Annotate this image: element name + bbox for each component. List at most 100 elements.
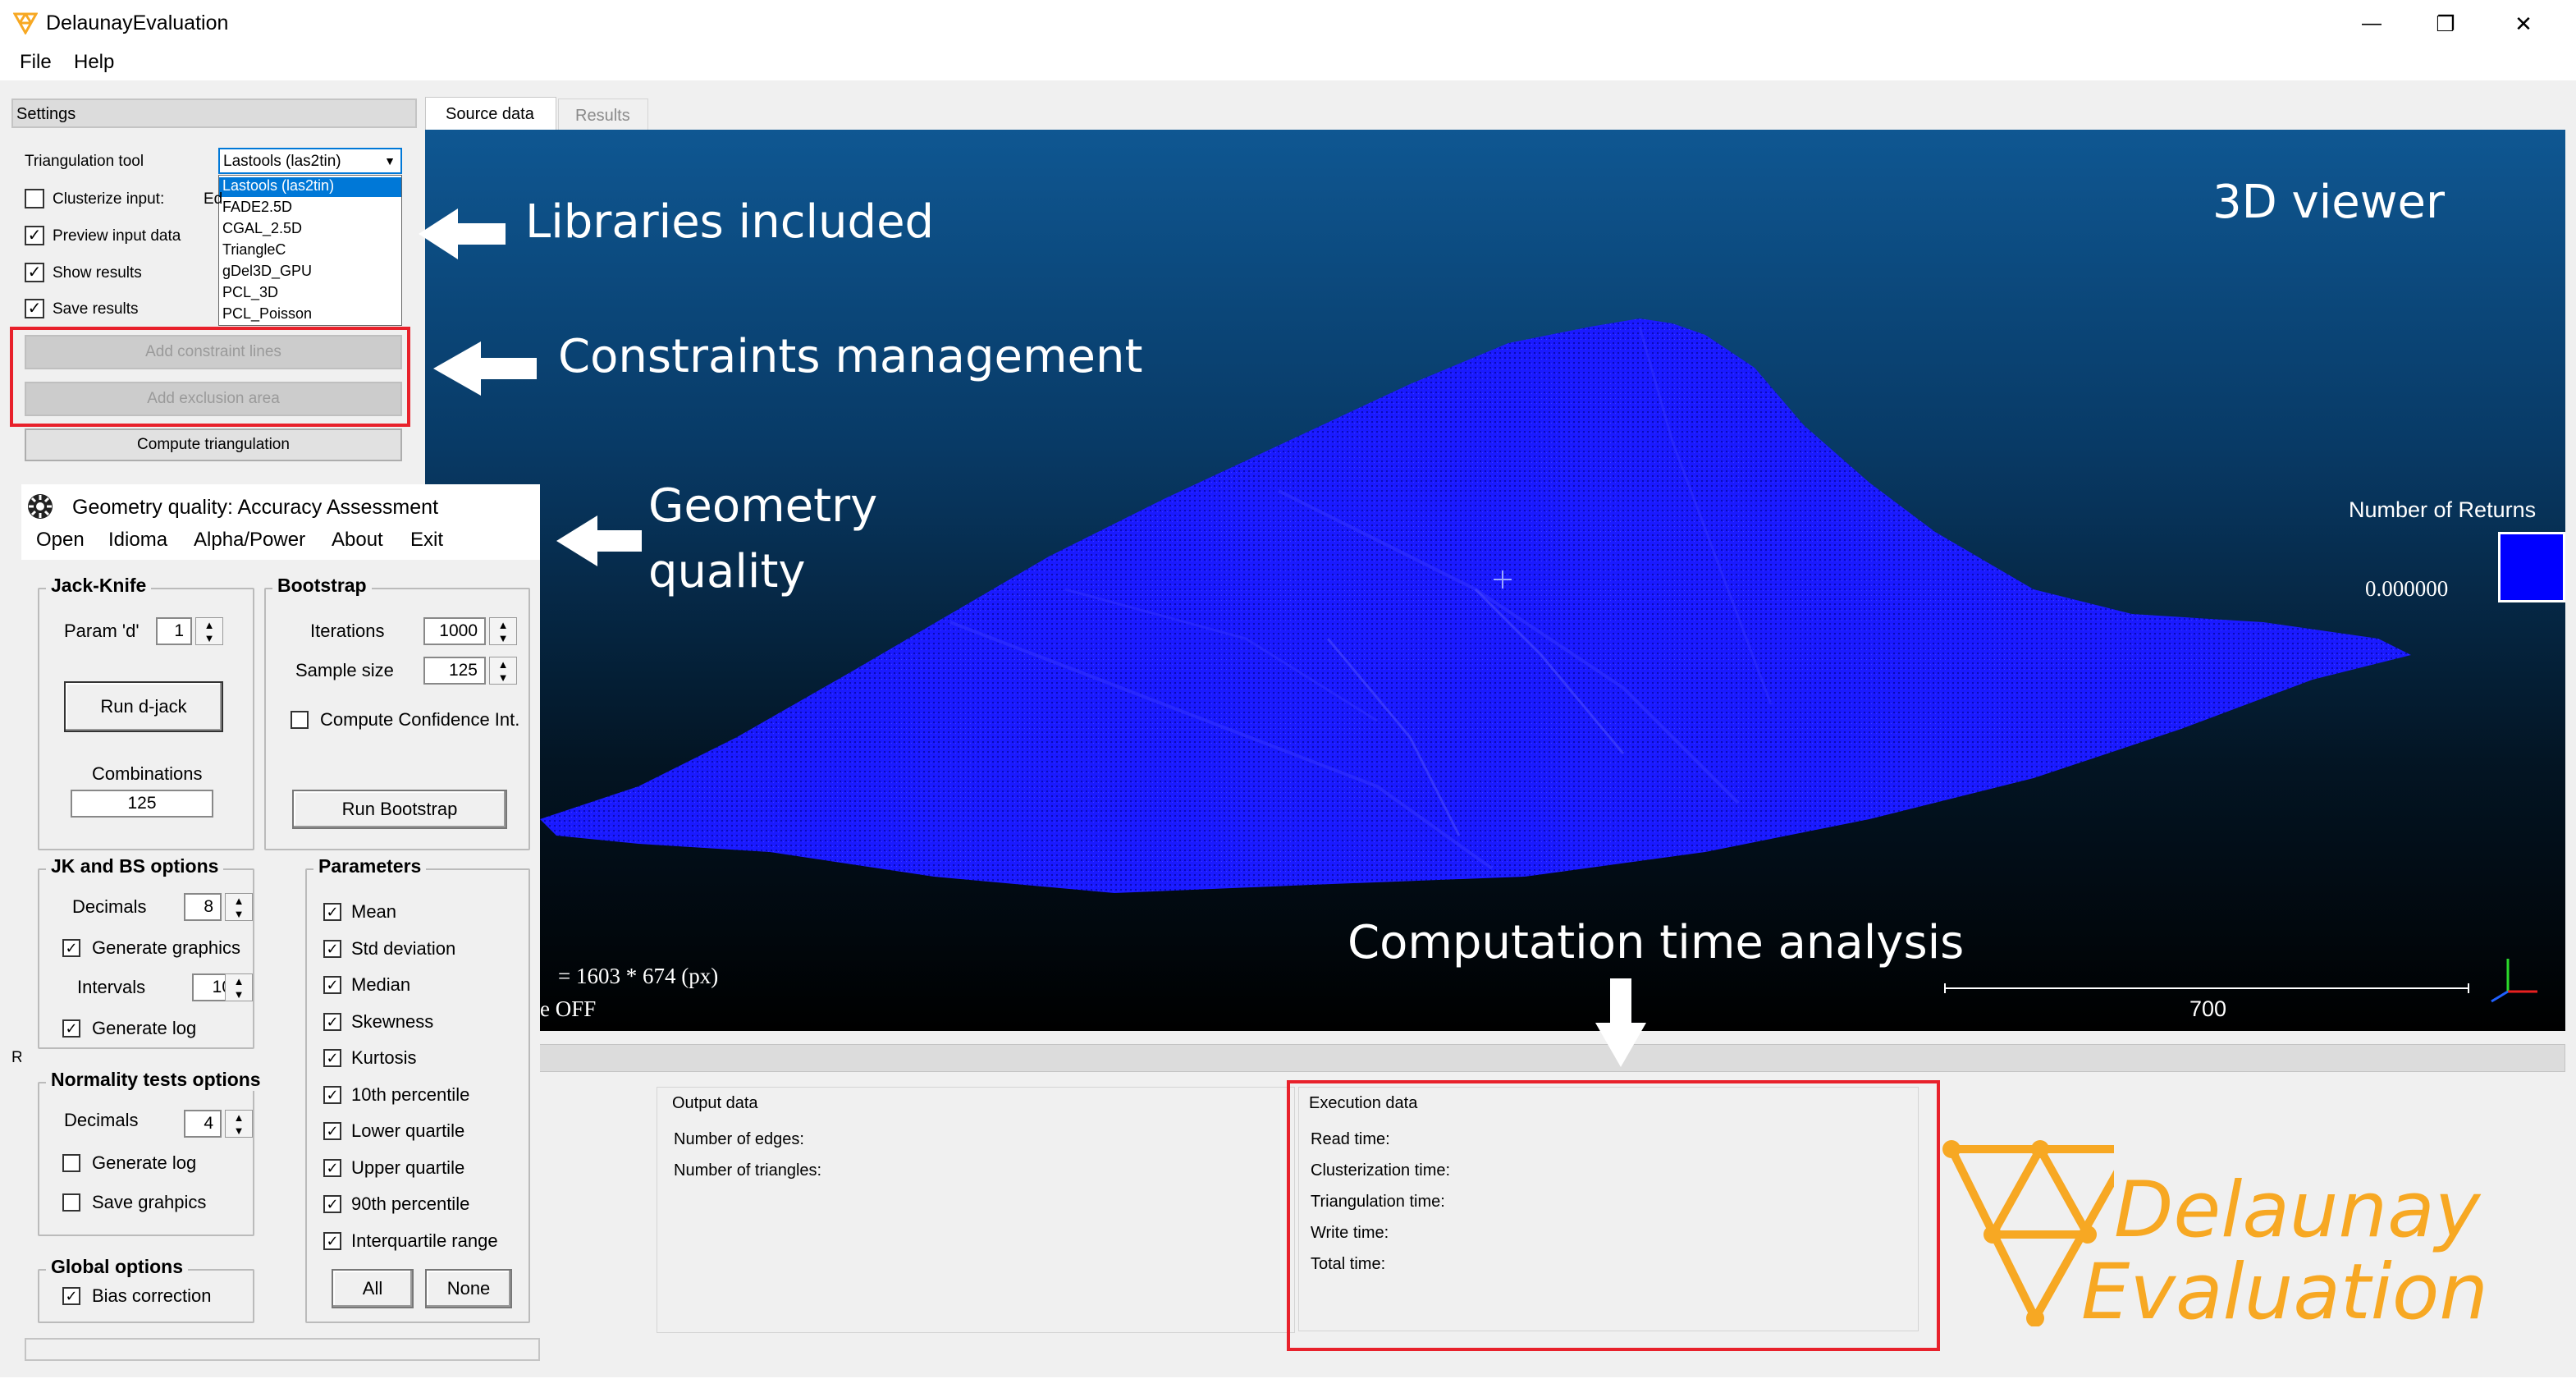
save-graphics-checkbox[interactable] xyxy=(62,1193,80,1212)
tab-results-label: Results xyxy=(575,107,630,125)
splitter-bar[interactable] xyxy=(425,1044,2565,1072)
jkbs-decimals-input[interactable]: 8 xyxy=(184,893,222,921)
chevron-down-icon: ▼ xyxy=(384,154,396,167)
dropdown-option[interactable]: PCL_3D xyxy=(222,284,278,301)
clusterize-label: Clusterize input: xyxy=(53,190,165,208)
param-d-input[interactable]: 1 xyxy=(156,617,192,645)
geometry-quality-window: Geometry quality: Accuracy Assessment Op… xyxy=(21,484,540,1331)
annotation-libraries: Libraries included xyxy=(525,195,935,249)
iterations-input[interactable]: 1000 xyxy=(423,617,486,645)
logo-text-delaunay: Delaunay xyxy=(2114,1166,2481,1255)
normality-decimals-stepper[interactable]: ▲ ▼ xyxy=(225,1110,253,1138)
arrow-down-icon xyxy=(1595,978,1646,1067)
iterations-stepper[interactable]: ▲ ▼ xyxy=(489,617,517,645)
close-button[interactable]: ✕ xyxy=(2499,3,2548,44)
param-lower-quartile-checkbox[interactable]: ✓ xyxy=(323,1122,341,1140)
tab-source-data-label: Source data xyxy=(446,105,534,123)
param-skewness-checkbox[interactable]: ✓ xyxy=(323,1013,341,1031)
settings-header: Settings xyxy=(11,98,417,128)
restore-button[interactable]: ❐ xyxy=(2421,3,2470,44)
execution-data-group: Execution data Read time: Clusterization… xyxy=(1298,1087,1919,1331)
param-skewness-label: Skewness xyxy=(351,1011,434,1032)
show-results-checkbox[interactable]: ✓ xyxy=(25,263,44,282)
settings-title: Settings xyxy=(16,105,76,123)
select-all-button[interactable]: All xyxy=(332,1269,414,1308)
dropdown-option[interactable]: gDel3D_GPU xyxy=(222,263,312,280)
bootstrap-title: Bootstrap xyxy=(272,575,372,597)
add-constraint-lines-button[interactable]: Add constraint lines xyxy=(25,335,402,369)
dropdown-option[interactable]: TriangleC xyxy=(222,241,286,259)
sample-size-stepper[interactable]: ▲ ▼ xyxy=(489,657,517,685)
menu-file[interactable]: File xyxy=(20,51,52,74)
dropdown-option[interactable]: Lastools (las2tin) xyxy=(219,177,401,197)
add-exclusion-area-button[interactable]: Add exclusion area xyxy=(25,382,402,416)
viewer-size-text: = 1603 * 674 (px) xyxy=(558,964,719,988)
normality-decimals-input[interactable]: 4 xyxy=(184,1110,222,1138)
run-djack-button[interactable]: Run d-jack xyxy=(64,681,223,732)
arrow-left-icon xyxy=(556,515,642,566)
triangulation-select[interactable]: Lastools (las2tin) ▼ xyxy=(218,148,402,174)
arrow-left-icon xyxy=(419,208,506,259)
normality-generate-log-checkbox[interactable] xyxy=(62,1154,80,1172)
dropdown-option[interactable]: PCL_Poisson xyxy=(222,305,312,323)
intervals-label: Intervals xyxy=(77,977,146,997)
geo-menu-about[interactable]: About xyxy=(332,529,383,552)
annotation-3d-viewer: 3D viewer xyxy=(2212,176,2445,229)
param-median-checkbox[interactable]: ✓ xyxy=(323,976,341,994)
total-time-label: Total time: xyxy=(1311,1255,1386,1273)
jkbs-generate-log-checkbox[interactable]: ✓ xyxy=(62,1019,80,1038)
triangulation-label: Triangulation tool xyxy=(25,153,144,170)
param-mean-label: Mean xyxy=(351,901,397,922)
menu-help[interactable]: Help xyxy=(74,51,114,74)
legend-value: 0.000000 xyxy=(2365,576,2449,601)
output-triangles-label: Number of triangles: xyxy=(674,1161,822,1180)
param-90th-checkbox[interactable]: ✓ xyxy=(323,1195,341,1213)
terrain-points xyxy=(540,318,2411,893)
geo-menu-idioma[interactable]: Idioma xyxy=(108,529,167,552)
save-results-checkbox[interactable]: ✓ xyxy=(25,299,44,318)
compute-triangulation-button[interactable]: Compute triangulation xyxy=(25,428,402,461)
intervals-stepper[interactable]: ▲ ▼ xyxy=(225,973,253,1001)
param-std-checkbox[interactable]: ✓ xyxy=(323,940,341,958)
confidence-checkbox[interactable] xyxy=(291,711,309,729)
annotation-computation: Computation time analysis xyxy=(1347,916,1965,969)
minimize-button[interactable]: — xyxy=(2347,3,2396,44)
jkbs-decimals-stepper[interactable]: ▲ ▼ xyxy=(225,893,253,921)
generate-graphics-checkbox[interactable]: ✓ xyxy=(62,939,80,957)
normality-generate-log-label: Generate log xyxy=(92,1152,197,1173)
param-d-label: Param 'd' xyxy=(64,621,140,641)
geo-menu-open[interactable]: Open xyxy=(36,529,85,552)
run-bootstrap-button[interactable]: Run Bootstrap xyxy=(292,790,507,829)
annotation-geometry-line2: quality xyxy=(648,545,806,598)
clusterize-checkbox[interactable] xyxy=(25,189,44,208)
bias-correction-label: Bias correction xyxy=(92,1285,212,1306)
status-strip xyxy=(25,1338,540,1361)
param-upper-quartile-checkbox[interactable]: ✓ xyxy=(323,1159,341,1177)
param-kurtosis-checkbox[interactable]: ✓ xyxy=(323,1049,341,1067)
param-median-label: Median xyxy=(351,974,411,995)
combinations-field[interactable]: 125 xyxy=(71,790,213,818)
triangulation-dropdown-list: Lastools (las2tin) FADE2.5D CGAL_2.5D Tr… xyxy=(218,175,402,326)
iterations-label: Iterations xyxy=(310,621,385,641)
geo-menu-alpha-power[interactable]: Alpha/Power xyxy=(194,529,305,552)
viewer-mode-text: e OFF xyxy=(540,996,597,1021)
param-d-stepper[interactable]: ▲ ▼ xyxy=(195,617,223,645)
app-logo-icon xyxy=(13,12,38,34)
execution-data-title: Execution data xyxy=(1309,1094,1418,1112)
tab-source-data[interactable]: Source data xyxy=(425,97,556,130)
save-graphics-label: Save grahpics xyxy=(92,1192,207,1212)
title-bar: DelaunayEvaluation — ❐ ✕ xyxy=(0,0,2576,48)
legend-swatch xyxy=(2498,532,2565,602)
bias-correction-checkbox[interactable]: ✓ xyxy=(62,1287,80,1305)
dropdown-option[interactable]: CGAL_2.5D xyxy=(222,220,302,237)
select-none-button[interactable]: None xyxy=(425,1269,512,1308)
tab-results[interactable]: Results xyxy=(558,98,648,130)
sample-size-input[interactable]: 125 xyxy=(423,657,486,685)
param-10th-checkbox[interactable]: ✓ xyxy=(323,1086,341,1104)
param-iqr-checkbox[interactable]: ✓ xyxy=(323,1232,341,1250)
dropdown-option[interactable]: FADE2.5D xyxy=(222,199,292,216)
jkbs-decimals-label: Decimals xyxy=(72,896,147,917)
preview-input-checkbox[interactable]: ✓ xyxy=(25,226,44,245)
param-mean-checkbox[interactable]: ✓ xyxy=(323,903,341,921)
geo-menu-exit[interactable]: Exit xyxy=(410,529,443,552)
